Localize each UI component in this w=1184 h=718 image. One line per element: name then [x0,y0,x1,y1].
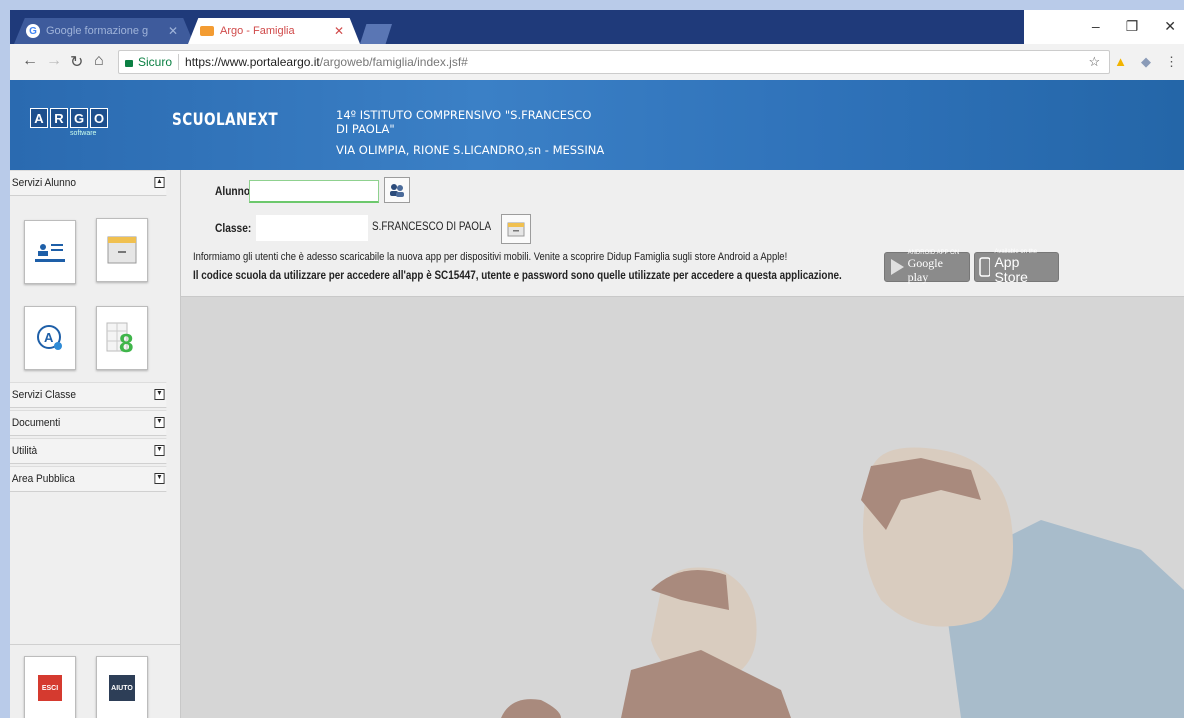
expand-icon[interactable]: ▼ [154,417,165,428]
select-student-button[interactable] [384,177,410,203]
logo-subtitle: software [70,130,97,137]
tile-grades-user[interactable]: A [24,306,76,370]
main-content: Alunno: Classe: S.FRANCESCO DI PAOLA Inf… [181,170,1184,718]
window-controls: – ❐ ✕ [1024,10,1184,44]
users-icon [390,184,404,197]
expand-icon[interactable]: ▼ [154,389,165,400]
school-name-line1: 14º ISTITUTO COMPRENSIVO "S.FRANCESCO [336,108,592,122]
app-announcement: Informiamo gli utenti che è adesso scari… [193,251,788,263]
tile-student-card[interactable] [24,220,76,284]
svg-text:A: A [44,330,54,345]
aiuto-button[interactable]: AIUTO [96,656,148,718]
google-play-badge[interactable]: ANDROID APP ON Google play [884,250,970,284]
collapse-icon[interactable]: ▲ [154,177,165,188]
drive-icon[interactable]: ▲ [1114,54,1127,70]
menu-icon[interactable]: ⋮ [1165,54,1178,70]
restore-icon[interactable]: ❐ [1126,18,1139,35]
app-store-badge[interactable]: Available on the App Store [974,249,1059,284]
exit-icon: ESCI [38,675,62,701]
tile-calendar-grade[interactable]: 8 [96,306,148,370]
calendar-grade-icon: 8 [106,322,133,355]
expand-icon[interactable]: ▼ [154,445,165,456]
reload-icon[interactable]: ↻ [70,52,83,72]
argo-favicon-icon [200,26,214,36]
alunno-field[interactable] [249,180,379,203]
extension-icon[interactable]: ◆ [1141,54,1151,70]
close-icon[interactable]: ✕ [168,24,178,38]
student-card-icon [35,244,65,262]
phone-icon [979,257,991,277]
school-info: 14º ISTITUTO COMPRENSIVO "S.FRANCESCO DI… [336,108,604,157]
alunno-label: Alunno: [215,184,254,198]
help-icon: AIUTO [109,675,135,701]
browser-toolbar: ← → ↻ ⌂ Sicuro https://www.portaleargo.i… [10,44,1184,81]
svg-text:8: 8 [119,328,133,355]
argo-logo: A R G O [30,108,108,128]
tab-google[interactable]: G Google formazione g ✕ [14,18,194,44]
minimize-icon[interactable]: – [1092,18,1100,35]
address-bar[interactable]: Sicuro https://www.portaleargo.it/argowe… [118,50,1110,74]
student-info-panel: Alunno: Classe: S.FRANCESCO DI PAOLA Inf… [181,170,1184,297]
browser-window: G Google formazione g ✕ Argo - Famiglia … [10,10,1184,718]
section-servizi-classe[interactable]: Servizi Classe ▼ [10,382,167,408]
section-utilita[interactable]: Utilità ▼ [10,438,167,464]
bookmark-star-icon[interactable]: ☆ [1088,54,1100,70]
expand-icon[interactable]: ▼ [154,473,165,484]
home-icon[interactable]: ⌂ [94,52,104,70]
close-icon[interactable]: ✕ [334,24,344,38]
classe-label: Classe: [215,221,252,235]
esci-button[interactable]: ESCI [24,656,76,718]
google-icon: G [26,24,40,38]
app-header: A R G O software SCUOLANEXT 14º ISTITUTO… [10,80,1184,170]
grades-user-icon: A [37,325,62,350]
lock-icon [125,59,133,67]
tab-argo[interactable]: Argo - Famiglia ✕ [188,18,360,44]
school-address: VIA OLIMPIA, RIONE S.LICANDRO,sn - MESSI… [336,143,605,157]
tab-title: Google formazione g [46,25,149,37]
school-code-notice: Il codice scuola da utilizzare per acced… [193,270,842,282]
school-name-line2: DI PAOLA" [336,122,395,136]
divider [10,644,180,645]
section-area-pubblica[interactable]: Area Pubblica ▼ [10,466,167,492]
forward-icon[interactable]: → [46,52,62,70]
play-store-icon [891,259,904,275]
back-icon[interactable]: ← [22,52,38,70]
classe-field [256,215,368,241]
tile-archive[interactable] [96,218,148,282]
tab-title: Argo - Famiglia [220,25,295,37]
toolbar-extensions: ☆ ▲ ◆ ⋮ [1088,54,1178,70]
class-archive-button[interactable] [501,214,531,244]
url-path: /argoweb/famiglia/index.jsf# [319,55,468,69]
sidebar: Servizi Alunno ▲ A 8 Servizi Classe ▼ Do… [10,170,181,718]
classe-value: S.FRANCESCO DI PAOLA [372,221,492,233]
section-documenti[interactable]: Documenti ▼ [10,410,167,436]
archive-box-icon [107,236,137,264]
archive-box-icon [507,222,525,237]
section-servizi-alunno[interactable]: Servizi Alunno ▲ [10,170,167,196]
tab-strip: G Google formazione g ✕ Argo - Famiglia … [10,10,1184,44]
close-window-icon[interactable]: ✕ [1164,18,1176,35]
new-tab-button[interactable] [360,24,392,44]
product-name: SCUOLANEXT [172,110,279,130]
url-host: https://www.portaleargo.it [185,55,320,69]
secure-indicator[interactable]: Sicuro [119,54,180,70]
